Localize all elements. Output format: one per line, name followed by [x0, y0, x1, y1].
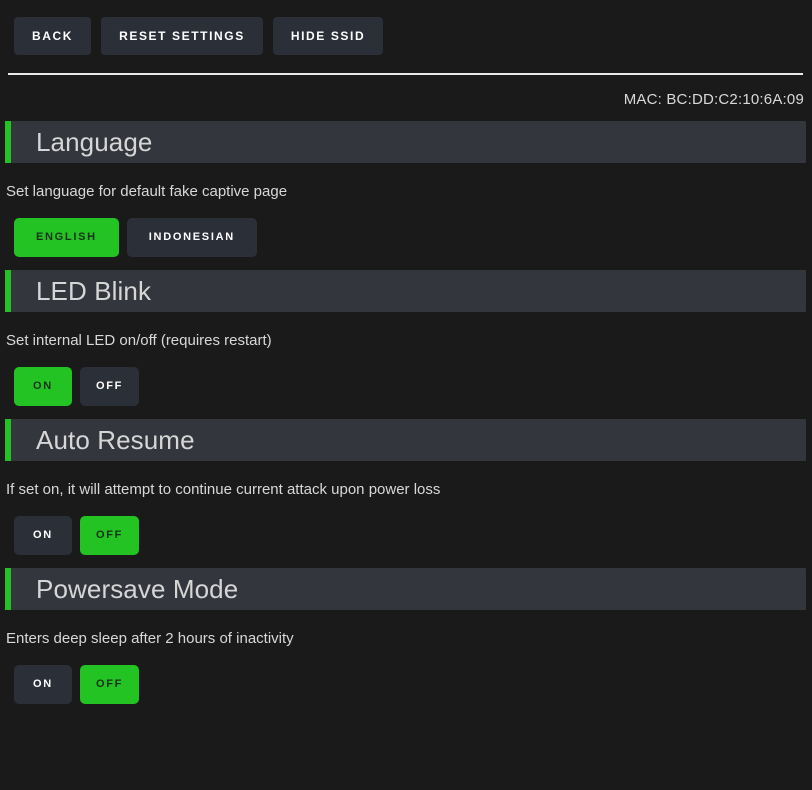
section-description-led-blink: Set internal LED on/off (requires restar… [6, 332, 272, 349]
section-title-auto-resume: Auto Resume [36, 425, 195, 455]
accent-bar-icon [5, 270, 11, 312]
option-row-auto-resume: ON OFF [0, 497, 812, 555]
led-blink-option-on[interactable]: ON [14, 367, 72, 406]
section-header-auto-resume: Auto Resume [5, 419, 806, 461]
language-option-indonesian[interactable]: INDONESIAN [126, 218, 257, 257]
hide-ssid-button[interactable]: HIDE SSID [272, 17, 384, 55]
powersave-mode-option-off[interactable]: OFF [80, 665, 140, 704]
accent-bar-icon [5, 568, 11, 610]
led-blink-option-off[interactable]: OFF [80, 367, 140, 406]
section-language: Language Set language for default fake c… [0, 121, 812, 257]
section-description-auto-resume: If set on, it will attempt to continue c… [6, 481, 441, 498]
option-row-led-blink: ON OFF [0, 348, 812, 406]
powersave-mode-option-on[interactable]: ON [14, 665, 72, 704]
section-title-language: Language [36, 127, 153, 157]
section-description-language: Set language for default fake captive pa… [6, 183, 288, 200]
option-row-language: ENGLISH INDONESIAN [0, 199, 812, 257]
language-option-english[interactable]: ENGLISH [14, 218, 119, 257]
mac-address-label: MAC: BC:DD:C2:10:6A:09 [623, 91, 804, 108]
auto-resume-option-on[interactable]: ON [14, 516, 72, 555]
accent-bar-icon [5, 121, 11, 163]
auto-resume-option-off[interactable]: OFF [80, 516, 140, 555]
section-header-powersave-mode: Powersave Mode [5, 568, 806, 610]
section-header-led-blink: LED Blink [5, 270, 806, 312]
section-header-language: Language [5, 121, 806, 163]
section-led-blink: LED Blink Set internal LED on/off (requi… [0, 270, 812, 406]
section-title-powersave-mode: Powersave Mode [36, 574, 239, 604]
section-description-powersave-mode: Enters deep sleep after 2 hours of inact… [6, 630, 294, 647]
reset-settings-button[interactable]: RESET SETTINGS [101, 17, 263, 55]
section-auto-resume: Auto Resume If set on, it will attempt t… [0, 419, 812, 555]
settings-page: BACK RESET SETTINGS HIDE SSID MAC: BC:DD… [0, 0, 812, 790]
option-row-powersave-mode: ON OFF [0, 646, 812, 704]
section-title-led-blink: LED Blink [36, 276, 152, 306]
top-toolbar: BACK RESET SETTINGS HIDE SSID [0, 0, 812, 58]
accent-bar-icon [5, 419, 11, 461]
section-powersave-mode: Powersave Mode Enters deep sleep after 2… [0, 568, 812, 704]
back-button[interactable]: BACK [14, 17, 92, 55]
